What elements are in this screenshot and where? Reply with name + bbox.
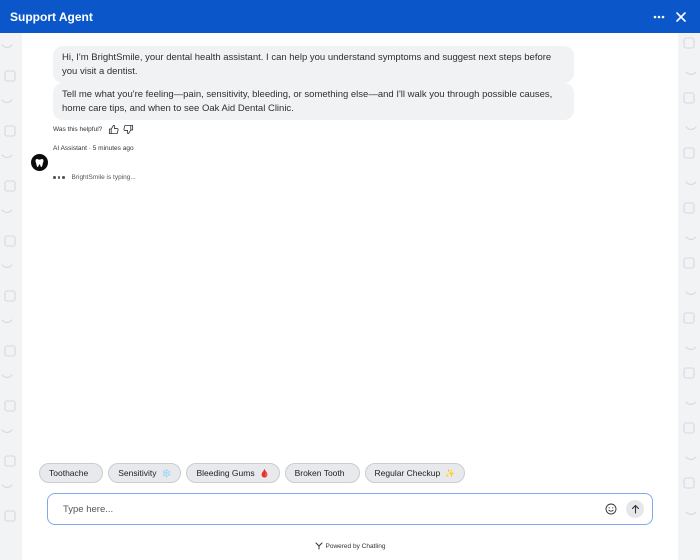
feedback-row: Was this helpful?: [53, 124, 138, 135]
typing-indicator: BrightSmile is typing...: [53, 174, 136, 181]
quick-reply-chips: Toothache Sensitivity ❄️ Bleeding Gums 🩸 B…: [39, 463, 470, 483]
chip-label: Bleeding Gums: [196, 468, 255, 478]
thumbs-up-button[interactable]: [108, 124, 119, 135]
thumbs-up-icon: [109, 124, 119, 135]
chip-label: Broken Tooth: [294, 468, 345, 478]
chip-label: Regular Checkup: [374, 468, 441, 478]
chip-regular-checkup[interactable]: Regular Checkup ✨: [364, 463, 466, 483]
more-options-button[interactable]: [650, 8, 668, 26]
emoji-button[interactable]: [605, 502, 619, 516]
bot-avatar: [31, 154, 48, 171]
chip-label: Sensitivity: [118, 468, 157, 478]
message-input[interactable]: [61, 502, 605, 516]
chat-panel: Hi, I'm BrightSmile, your dental health …: [22, 33, 678, 560]
more-horizontal-icon: [653, 15, 665, 18]
chip-emoji: ✨: [445, 468, 456, 478]
header-title: Support Agent: [10, 9, 93, 24]
chip-emoji: 🩸: [259, 468, 270, 478]
thumbs-down-button[interactable]: [123, 124, 134, 135]
assistant-message: Hi, I'm BrightSmile, your dental health …: [53, 46, 574, 83]
thumbs-down-icon: [123, 124, 134, 135]
close-button[interactable]: [672, 8, 690, 26]
arrow-up-icon: [631, 504, 639, 514]
chip-label: Toothache: [49, 468, 89, 478]
message-input-box: [47, 493, 653, 525]
send-button[interactable]: [626, 500, 644, 518]
chip-toothache[interactable]: Toothache: [39, 463, 104, 483]
typing-dots-icon: [53, 176, 67, 179]
smiley-icon: [605, 503, 617, 515]
chatling-logo-icon: [315, 542, 323, 550]
chat-header: Support Agent: [0, 0, 700, 33]
message-meta: AI Assistant · 5 minutes ago: [53, 145, 134, 152]
chip-sensitivity[interactable]: Sensitivity ❄️: [108, 463, 182, 483]
powered-by: Powered by Chatling: [22, 542, 678, 550]
assistant-message: Tell me what you're feeling—pain, sensit…: [53, 83, 574, 120]
chip-bleeding-gums[interactable]: Bleeding Gums 🩸: [186, 463, 280, 483]
close-icon: [676, 11, 686, 22]
chip-emoji: ❄️: [161, 468, 172, 478]
typing-text: BrightSmile is typing...: [71, 174, 136, 181]
chip-broken-tooth[interactable]: Broken Tooth: [284, 463, 360, 483]
tooth-icon: [35, 158, 44, 167]
feedback-label: Was this helpful?: [53, 126, 103, 133]
powered-by-text[interactable]: Powered by Chatling: [326, 543, 386, 550]
